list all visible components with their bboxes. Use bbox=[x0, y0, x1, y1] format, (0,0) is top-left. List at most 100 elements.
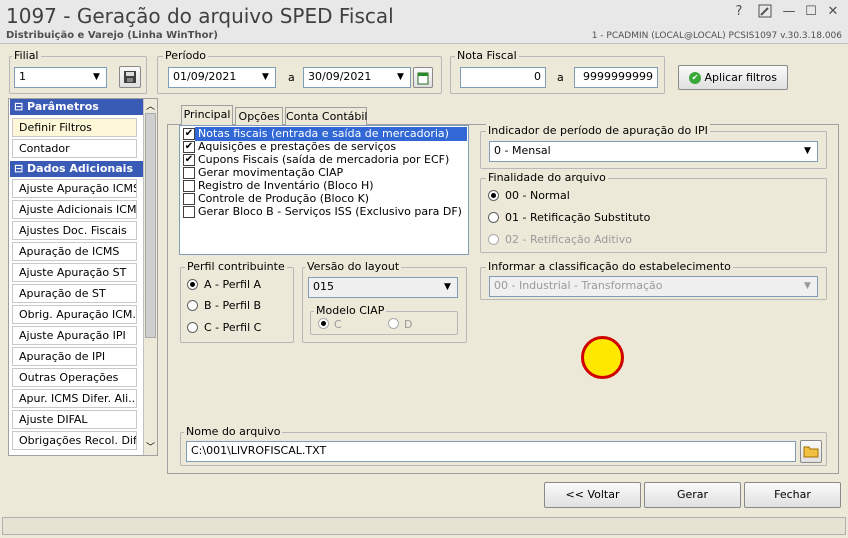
nf-end-field[interactable]: 9999999999 bbox=[574, 67, 658, 88]
radio-label[interactable]: A - Perfil A bbox=[204, 278, 261, 291]
period-separator: a bbox=[288, 71, 295, 84]
radio-label[interactable]: 01 - Retificação Substituto bbox=[505, 211, 650, 224]
radio-perfil-a[interactable] bbox=[187, 279, 198, 290]
radio-label[interactable]: C - Perfil C bbox=[204, 321, 261, 334]
checkbox[interactable] bbox=[183, 206, 195, 218]
maximize-button[interactable]: ☐ bbox=[802, 4, 820, 20]
ipi-label: Indicador de período de apuração do IPI bbox=[486, 124, 710, 137]
filial-value: 1 bbox=[19, 70, 26, 83]
checklist-item[interactable]: Registro de Inventário (Bloco H) bbox=[198, 179, 374, 192]
versao-value: 015 bbox=[313, 280, 334, 293]
sidebar-item-definir-filtros[interactable]: Definir Filtros bbox=[12, 118, 137, 137]
apply-filters-button[interactable]: ✔ Aplicar filtros bbox=[678, 65, 788, 90]
period-start-field[interactable]: 01/09/2021 ▼ bbox=[168, 67, 276, 88]
close-window-button[interactable]: ✕ bbox=[824, 4, 842, 20]
edit-icon[interactable] bbox=[756, 4, 774, 20]
radio-label: 02 - Retificação Aditivo bbox=[505, 233, 632, 246]
calendar-icon bbox=[417, 72, 429, 85]
dados-adicionais-header[interactable]: ⊟ Dados Adicionais bbox=[10, 161, 143, 177]
checkbox[interactable]: ✔ bbox=[183, 128, 195, 140]
tab-conta-contabil[interactable]: Conta Contábil bbox=[285, 107, 367, 125]
help-button[interactable]: ? bbox=[730, 4, 748, 20]
checklist-item[interactable]: Gerar Bloco B - Serviços ISS (Exclusivo … bbox=[198, 205, 462, 218]
checklist-item[interactable]: Controle de Produção (Bloco K) bbox=[198, 192, 369, 205]
chevron-down-icon[interactable]: ▼ bbox=[89, 70, 104, 85]
sidebar-item[interactable]: Apuração de ICMS bbox=[12, 242, 137, 261]
check-circle-icon: ✔ bbox=[689, 72, 702, 84]
radio-retificacao-aditivo bbox=[488, 234, 499, 245]
sidebar-item-contador[interactable]: Contador bbox=[12, 139, 137, 158]
checklist-item[interactable]: Gerar movimentação CIAP bbox=[198, 166, 343, 179]
back-button[interactable]: << Voltar bbox=[544, 482, 641, 508]
sidebar-scrollbar[interactable]: ︿ ﹀ bbox=[143, 99, 157, 455]
sidebar-item[interactable]: Ajuste Apuração ICMS bbox=[12, 179, 137, 198]
versao-label: Versão do layout bbox=[305, 260, 402, 273]
perfil-label: Perfil contribuinte bbox=[185, 260, 287, 273]
sidebar-item[interactable]: Ajustes Doc. Fiscais bbox=[12, 221, 137, 240]
floppy-icon bbox=[124, 71, 136, 83]
radio-label[interactable]: B - Perfil B bbox=[204, 299, 261, 312]
radio-normal[interactable] bbox=[488, 190, 499, 201]
ciap-label: Modelo CIAP bbox=[314, 304, 387, 317]
close-button[interactable]: Fechar bbox=[744, 482, 841, 508]
radio-retificacao-substituto[interactable] bbox=[488, 212, 499, 223]
sidebar-item[interactable]: Ajuste Adicionais ICMS bbox=[12, 200, 137, 219]
browse-button[interactable] bbox=[800, 440, 822, 463]
user-info: 1 - PCADMIN (LOCAL@LOCAL) PCSIS1097 v.30… bbox=[591, 31, 842, 41]
radio-perfil-c[interactable] bbox=[187, 322, 198, 333]
classificacao-label: Informar a classificação do estabelecime… bbox=[486, 260, 733, 273]
filial-select[interactable]: 1 ▼ bbox=[14, 67, 107, 88]
chevron-down-icon[interactable]: ▼ bbox=[393, 70, 408, 85]
parametros-header[interactable]: ⊟ Parâmetros bbox=[10, 99, 143, 115]
checklist-item[interactable]: Cupons Fiscais (saída de mercadoria por … bbox=[198, 153, 449, 166]
period-end-value: 30/09/2021 bbox=[308, 70, 372, 83]
sidebar-item[interactable]: Ajuste Apuração IPI bbox=[12, 326, 137, 345]
ipi-select[interactable]: 0 - Mensal ▼ bbox=[489, 141, 818, 162]
period-end-field[interactable]: 30/09/2021 ▼ bbox=[303, 67, 411, 88]
chevron-down-icon[interactable]: ▼ bbox=[258, 70, 273, 85]
window-title: 1097 - Geração do arquivo SPED Fiscal bbox=[6, 4, 394, 28]
chevron-up-icon[interactable]: ︿ bbox=[144, 99, 157, 112]
generate-button[interactable]: Gerar bbox=[644, 482, 741, 508]
radio-ciap-c bbox=[318, 318, 329, 329]
sidebar-item[interactable]: Apuração de ST bbox=[12, 284, 137, 303]
checklist-item[interactable]: Aquisições e prestações de serviços bbox=[198, 140, 396, 153]
sidebar-item[interactable]: Ajuste Apuração ST bbox=[12, 263, 137, 282]
radio-label: C bbox=[334, 318, 342, 331]
classificacao-value: 00 - Industrial - Transformação bbox=[494, 279, 663, 292]
nf-start-field[interactable]: 0 bbox=[460, 67, 546, 88]
checkbox[interactable]: ✔ bbox=[183, 141, 195, 153]
tab-principal[interactable]: Principal bbox=[181, 105, 233, 125]
chevron-down-icon[interactable]: ▼ bbox=[800, 144, 815, 159]
versao-select[interactable]: 015 ▼ bbox=[308, 277, 458, 298]
radio-label[interactable]: 00 - Normal bbox=[505, 189, 570, 202]
period-start-value: 01/09/2021 bbox=[173, 70, 237, 83]
arquivo-label: Nome do arquivo bbox=[184, 425, 283, 438]
sidebar-item[interactable]: Apur. ICMS Difer. Ali... bbox=[12, 389, 137, 408]
cursor-highlight bbox=[581, 336, 624, 379]
checklist-item[interactable]: Notas fiscais (entrada e saída de mercad… bbox=[198, 127, 449, 140]
file-name-field[interactable]: C:\001\LIVROFISCAL.TXT bbox=[186, 441, 796, 462]
checkbox[interactable] bbox=[183, 167, 195, 179]
checkbox[interactable] bbox=[183, 193, 195, 205]
radio-perfil-b[interactable] bbox=[187, 300, 198, 311]
nf-separator: a bbox=[557, 71, 564, 84]
save-button[interactable] bbox=[119, 66, 141, 88]
radio-label: D bbox=[404, 318, 413, 331]
checkbox[interactable]: ✔ bbox=[183, 154, 195, 166]
scroll-thumb[interactable] bbox=[145, 113, 156, 338]
sidebar-item[interactable]: Ajuste DIFAL bbox=[12, 410, 137, 429]
tab-opcoes[interactable]: Opções bbox=[235, 107, 283, 125]
finalidade-label: Finalidade do arquivo bbox=[486, 171, 608, 184]
calendar-button[interactable] bbox=[413, 67, 433, 88]
folder-icon bbox=[803, 446, 819, 458]
sidebar-item[interactable]: Outras Operações bbox=[12, 368, 137, 387]
sidebar-item[interactable]: Obrig. Apuração ICM... bbox=[12, 305, 137, 324]
chevron-down-icon[interactable]: ﹀ bbox=[144, 440, 157, 453]
sidebar-item[interactable]: Apuração de IPI bbox=[12, 347, 137, 366]
checkbox[interactable] bbox=[183, 180, 195, 192]
ipi-value: 0 - Mensal bbox=[494, 144, 551, 157]
chevron-down-icon[interactable]: ▼ bbox=[440, 280, 455, 295]
sidebar-item[interactable]: Obrigações Recol. Difal bbox=[12, 431, 137, 450]
minimize-button[interactable]: — bbox=[780, 4, 798, 20]
